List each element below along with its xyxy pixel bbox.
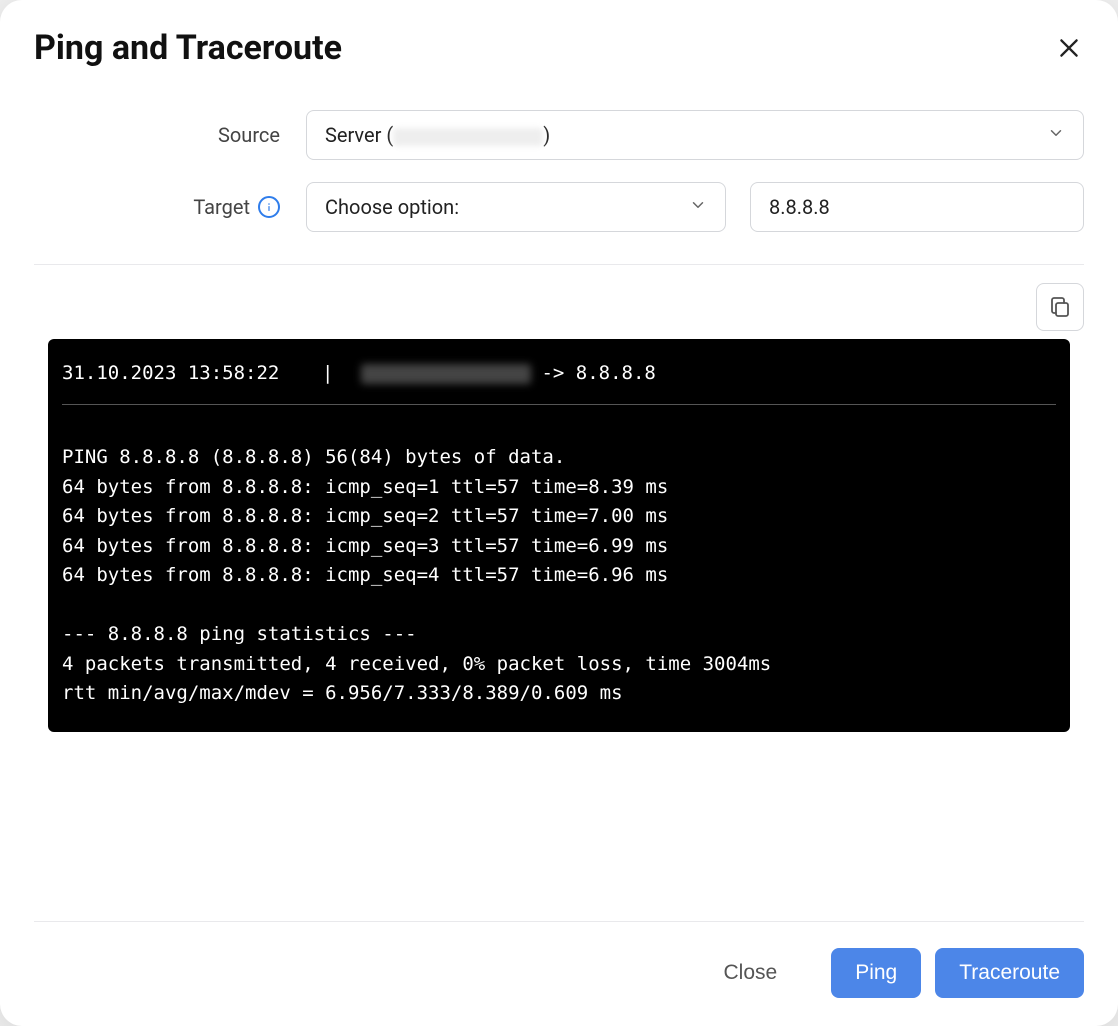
target-input[interactable]: 8.8.8.8 <box>750 182 1084 232</box>
terminal-header: 31.10.2023 13:58:22 | -> 8.8.8.8 <box>62 359 1056 405</box>
copy-button[interactable] <box>1036 283 1084 331</box>
modal-title: Ping and Traceroute <box>34 28 342 68</box>
ping-traceroute-modal: Ping and Traceroute Source Server () Tar… <box>0 0 1118 1026</box>
terminal-body: PING 8.8.8.8 (8.8.8.8) 56(84) bytes of d… <box>62 443 1056 708</box>
target-label: Target <box>193 195 250 219</box>
info-icon[interactable] <box>258 196 280 218</box>
chevron-down-icon <box>1047 123 1065 147</box>
source-select-value: Server () <box>325 123 1047 147</box>
terminal-pipe: | <box>312 359 351 388</box>
output-toolbar <box>34 265 1084 339</box>
source-row: Source Server () <box>34 110 1084 160</box>
chevron-down-icon <box>689 195 707 219</box>
source-label: Source <box>34 123 306 147</box>
target-row: Target Choose option: 8.8.8.8 <box>34 182 1084 232</box>
redacted-source-ip <box>361 364 531 384</box>
target-input-value: 8.8.8.8 <box>769 195 830 219</box>
target-select[interactable]: Choose option: <box>306 182 726 232</box>
close-icon[interactable] <box>1054 33 1084 63</box>
copy-icon <box>1048 295 1072 319</box>
modal-header: Ping and Traceroute <box>34 28 1084 68</box>
ping-button[interactable]: Ping <box>831 948 921 998</box>
terminal-output: 31.10.2023 13:58:22 | -> 8.8.8.8 PING 8.… <box>48 339 1070 732</box>
terminal-arrow-target: -> 8.8.8.8 <box>541 359 655 388</box>
terminal-timestamp: 31.10.2023 13:58:22 <box>62 359 302 388</box>
redacted-ip <box>393 128 543 146</box>
traceroute-button[interactable]: Traceroute <box>935 948 1084 998</box>
close-button[interactable]: Close <box>700 948 802 998</box>
target-select-value: Choose option: <box>325 195 689 219</box>
modal-footer: Close Ping Traceroute <box>34 921 1084 998</box>
source-select[interactable]: Server () <box>306 110 1084 160</box>
